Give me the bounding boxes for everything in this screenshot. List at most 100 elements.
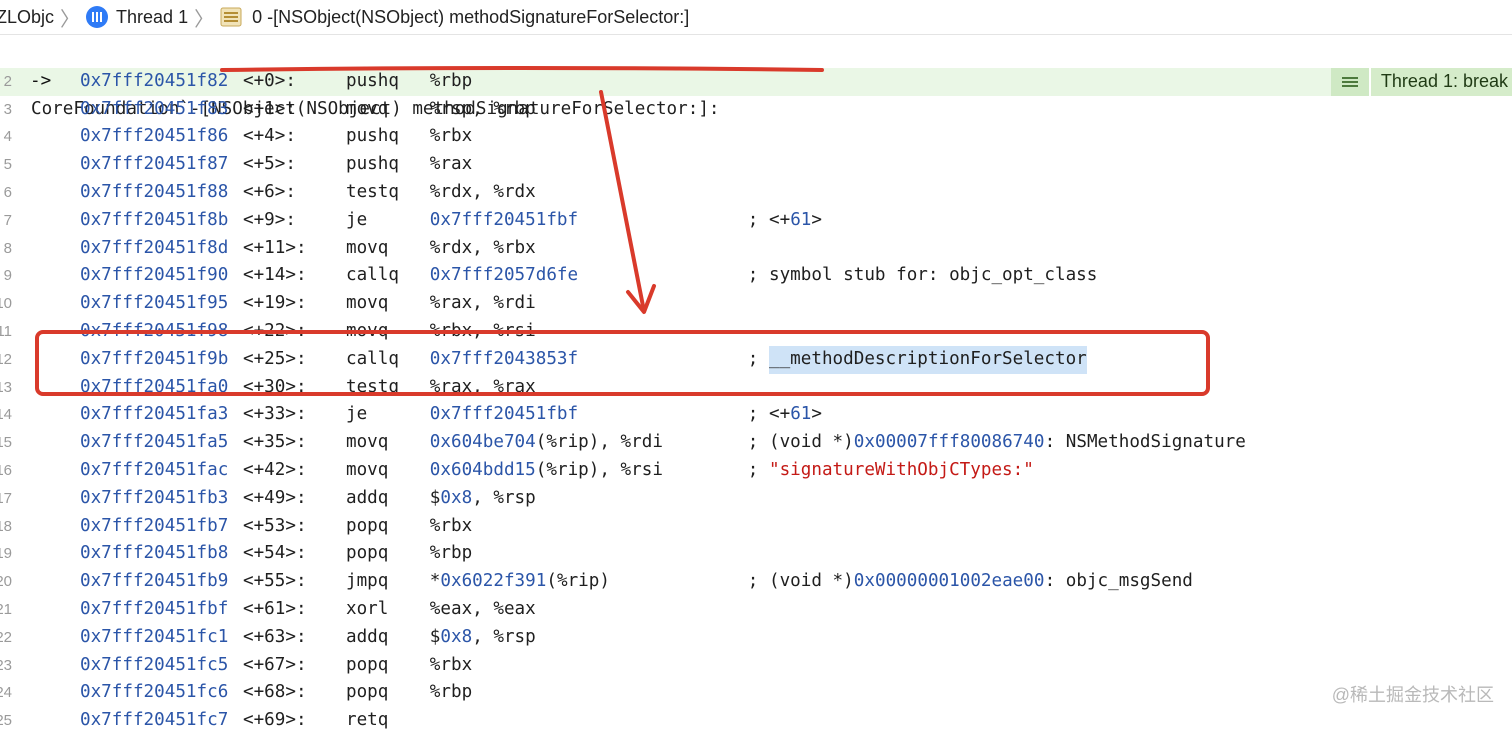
- instruction-line[interactable]: 24 0x7fff20451fc6 <+68>: popq %rbp: [0, 679, 1512, 707]
- line-number: 22: [0, 628, 12, 646]
- line-number: 12: [0, 350, 12, 368]
- instruction-mnemonic: testq: [346, 376, 399, 397]
- instruction-mnemonic: callq: [346, 348, 399, 369]
- instruction-line[interactable]: 13 0x7fff20451fa0 <+30>: testq %rax, %rax: [0, 374, 1512, 402]
- line-number: 19: [0, 545, 12, 563]
- instruction-address: 0x7fff20451fbf: [80, 599, 229, 619]
- instruction-line[interactable]: 5 0x7fff20451f87 <+5>: pushq %rax: [0, 151, 1512, 179]
- instruction-address: 0x7fff20451f90: [80, 265, 229, 286]
- instruction-comment: 0x00000001002eae00: [853, 571, 1045, 592]
- instruction-operand: , %rsp: [472, 626, 536, 647]
- comment-separator: ;: [747, 209, 759, 230]
- frame-label: 0 -[NSObject(NSObject) methodSignatureFo…: [252, 6, 690, 27]
- instruction-mnemonic: popq: [346, 515, 389, 536]
- instruction-line[interactable]: 18 0x7fff20451fb7 <+53>: popq %rbx: [0, 513, 1512, 541]
- line-number: 15: [0, 434, 12, 452]
- instruction-operand: (%rip), %rdi: [535, 432, 663, 453]
- line-number: 2: [3, 72, 12, 90]
- project-label: ZLObjc: [0, 6, 55, 27]
- instruction-address: 0x7fff20451f82: [80, 70, 229, 91]
- comment-separator: ;: [747, 460, 759, 480]
- instruction-line[interactable]: 25 0x7fff20451fc7 <+69>: retq: [0, 707, 1512, 735]
- instruction-line[interactable]: 17 0x7fff20451fb3 <+49>: addq $0x8, %rsp: [0, 485, 1512, 513]
- instruction-operand: %rax, %rdi: [429, 293, 536, 314]
- instruction-offset: <+55>:: [243, 571, 318, 592]
- instruction-operand: %rax: [429, 154, 473, 175]
- instruction-operand: $: [429, 626, 441, 647]
- line-number: 24: [0, 684, 12, 702]
- instruction-line[interactable]: 14 0x7fff20451fa3 <+33>: je 0x7fff20451fbf;…: [0, 401, 1512, 429]
- instruction-line[interactable]: 10 0x7fff20451f95 <+19>: movq %rax, %rdi: [0, 290, 1512, 318]
- current-instruction-line[interactable]: 2 -> 0x7fff20451f82 <+0>: pushq %rbp Thread 1…: [0, 67, 1512, 96]
- line-number: 25: [0, 712, 12, 730]
- instruction-line[interactable]: 12 0x7fff20451f9b <+25>: callq 0x7fff204385…: [0, 345, 1512, 374]
- breadcrumb-frame[interactable]: 0 -[NSObject(NSObject) methodSignatureFo…: [220, 7, 689, 28]
- instruction-offset: <+35>:: [243, 432, 318, 453]
- disassembly-header-line: 1 CoreFoundation`-[NSObject(NSObject) me…: [0, 40, 1512, 119]
- instruction-operand: %rdx, %rdx: [429, 182, 536, 202]
- lines-icon: [1330, 67, 1371, 96]
- instruction-operand: 0x7fff20451fbf: [429, 209, 579, 230]
- instruction-mnemonic: popq: [346, 543, 389, 564]
- instruction-offset: <+6>:: [243, 182, 318, 202]
- instruction-offset: <+42>:: [243, 460, 318, 480]
- instruction-operand: 0x604be704: [429, 432, 536, 453]
- instruction-comment: (void *): [769, 432, 854, 453]
- instruction-comment: symbol stub for: objc_opt_class: [769, 265, 1098, 286]
- instruction-mnemonic: pushq: [346, 70, 399, 91]
- instruction-operand: %rbx: [429, 654, 473, 675]
- instruction-line[interactable]: 4 0x7fff20451f86 <+4>: pushq %rbx: [0, 123, 1512, 151]
- line-number: 7: [3, 211, 12, 229]
- breakpoint-label: Thread 1: break: [1370, 67, 1512, 96]
- instruction-address: 0x7fff20451f8b: [80, 209, 229, 230]
- instruction-line[interactable]: 20 0x7fff20451fb9 <+55>: jmpq *0x6022f391(%…: [0, 568, 1512, 596]
- instruction-mnemonic: retq: [346, 710, 389, 731]
- instruction-address: 0x7fff20451fb8: [80, 543, 229, 564]
- instruction-comment: >: [811, 209, 822, 230]
- instruction-mnemonic: je: [346, 404, 368, 425]
- instruction-offset: <+11>:: [243, 237, 318, 258]
- line-number: 21: [0, 601, 12, 618]
- instruction-comment: >: [811, 404, 822, 425]
- instruction-line[interactable]: 7 0x7fff20451f8b <+9>: je 0x7fff20451fbf; <+…: [0, 207, 1512, 235]
- instruction-operand: %rbp: [429, 682, 473, 703]
- instruction-offset: <+63>:: [243, 626, 318, 647]
- instruction-line[interactable]: 16 0x7fff20451fac <+42>: movq 0x604bdd15(%r…: [0, 457, 1512, 485]
- instruction-mnemonic: movq: [346, 237, 389, 258]
- instruction-line[interactable]: 11 0x7fff20451f98 <+22>: movq %rbx, %rsi: [0, 318, 1512, 346]
- line-number: 9: [3, 267, 12, 285]
- instruction-comment: : NSMethodSignature: [1044, 432, 1246, 453]
- instruction-operand: 0x6022f391: [440, 571, 547, 592]
- instruction-offset: <+61>:: [243, 599, 318, 619]
- instruction-line[interactable]: 23 0x7fff20451fc5 <+67>: popq %rbx: [0, 652, 1512, 680]
- instruction-mnemonic: pushq: [346, 154, 399, 175]
- instruction-operand: %rbx, %rsi: [429, 321, 536, 341]
- instruction-offset: <+67>:: [243, 654, 318, 675]
- line-number: 6: [3, 184, 12, 201]
- instruction-address: 0x7fff20451fc1: [80, 626, 229, 647]
- instruction-line[interactable]: 9 0x7fff20451f90 <+14>: callq 0x7fff2057d6f…: [0, 262, 1512, 290]
- comment-separator: ;: [747, 265, 759, 286]
- instruction-line[interactable]: 6 0x7fff20451f88 <+6>: testq %rdx, %rdx: [0, 179, 1512, 207]
- program-counter-arrow: ->: [30, 70, 52, 91]
- instruction-mnemonic: jmpq: [346, 571, 389, 592]
- instruction-operand: 0x8: [440, 487, 473, 508]
- breakpoint-annotation[interactable]: Thread 1: break: [1330, 67, 1512, 96]
- instruction-address: 0x7fff20451fc6: [80, 682, 229, 703]
- line-number: 10: [0, 295, 12, 313]
- breadcrumb-project[interactable]: ZLObjc: [0, 7, 54, 28]
- instruction-address: 0x7fff20451f86: [80, 126, 229, 147]
- instruction-line[interactable]: 19 0x7fff20451fb8 <+54>: popq %rbp: [0, 540, 1512, 568]
- instruction-line[interactable]: 22 0x7fff20451fc1 <+63>: addq $0x8, %rsp: [0, 624, 1512, 652]
- instruction-line[interactable]: 3 0x7fff20451f83 <+1>: movq %rsp, %rbp: [0, 96, 1512, 124]
- thread-label: Thread 1: [116, 6, 189, 27]
- instruction-line[interactable]: 15 0x7fff20451fa5 <+35>: movq 0x604be704(%r…: [0, 429, 1512, 457]
- instruction-mnemonic: xorl: [346, 599, 389, 619]
- instruction-address: 0x7fff20451fc7: [80, 710, 229, 731]
- instruction-address: 0x7fff20451f88: [80, 182, 229, 202]
- instruction-offset: <+9>:: [243, 209, 318, 230]
- instruction-line[interactable]: 21 0x7fff20451fbf <+61>: xorl %eax, %eax: [0, 596, 1512, 624]
- breadcrumb-thread[interactable]: Thread 1: [86, 6, 188, 28]
- instruction-line[interactable]: 8 0x7fff20451f8d <+11>: movq %rdx, %rbx: [0, 235, 1512, 263]
- chevron-right-icon: 〉: [194, 8, 215, 31]
